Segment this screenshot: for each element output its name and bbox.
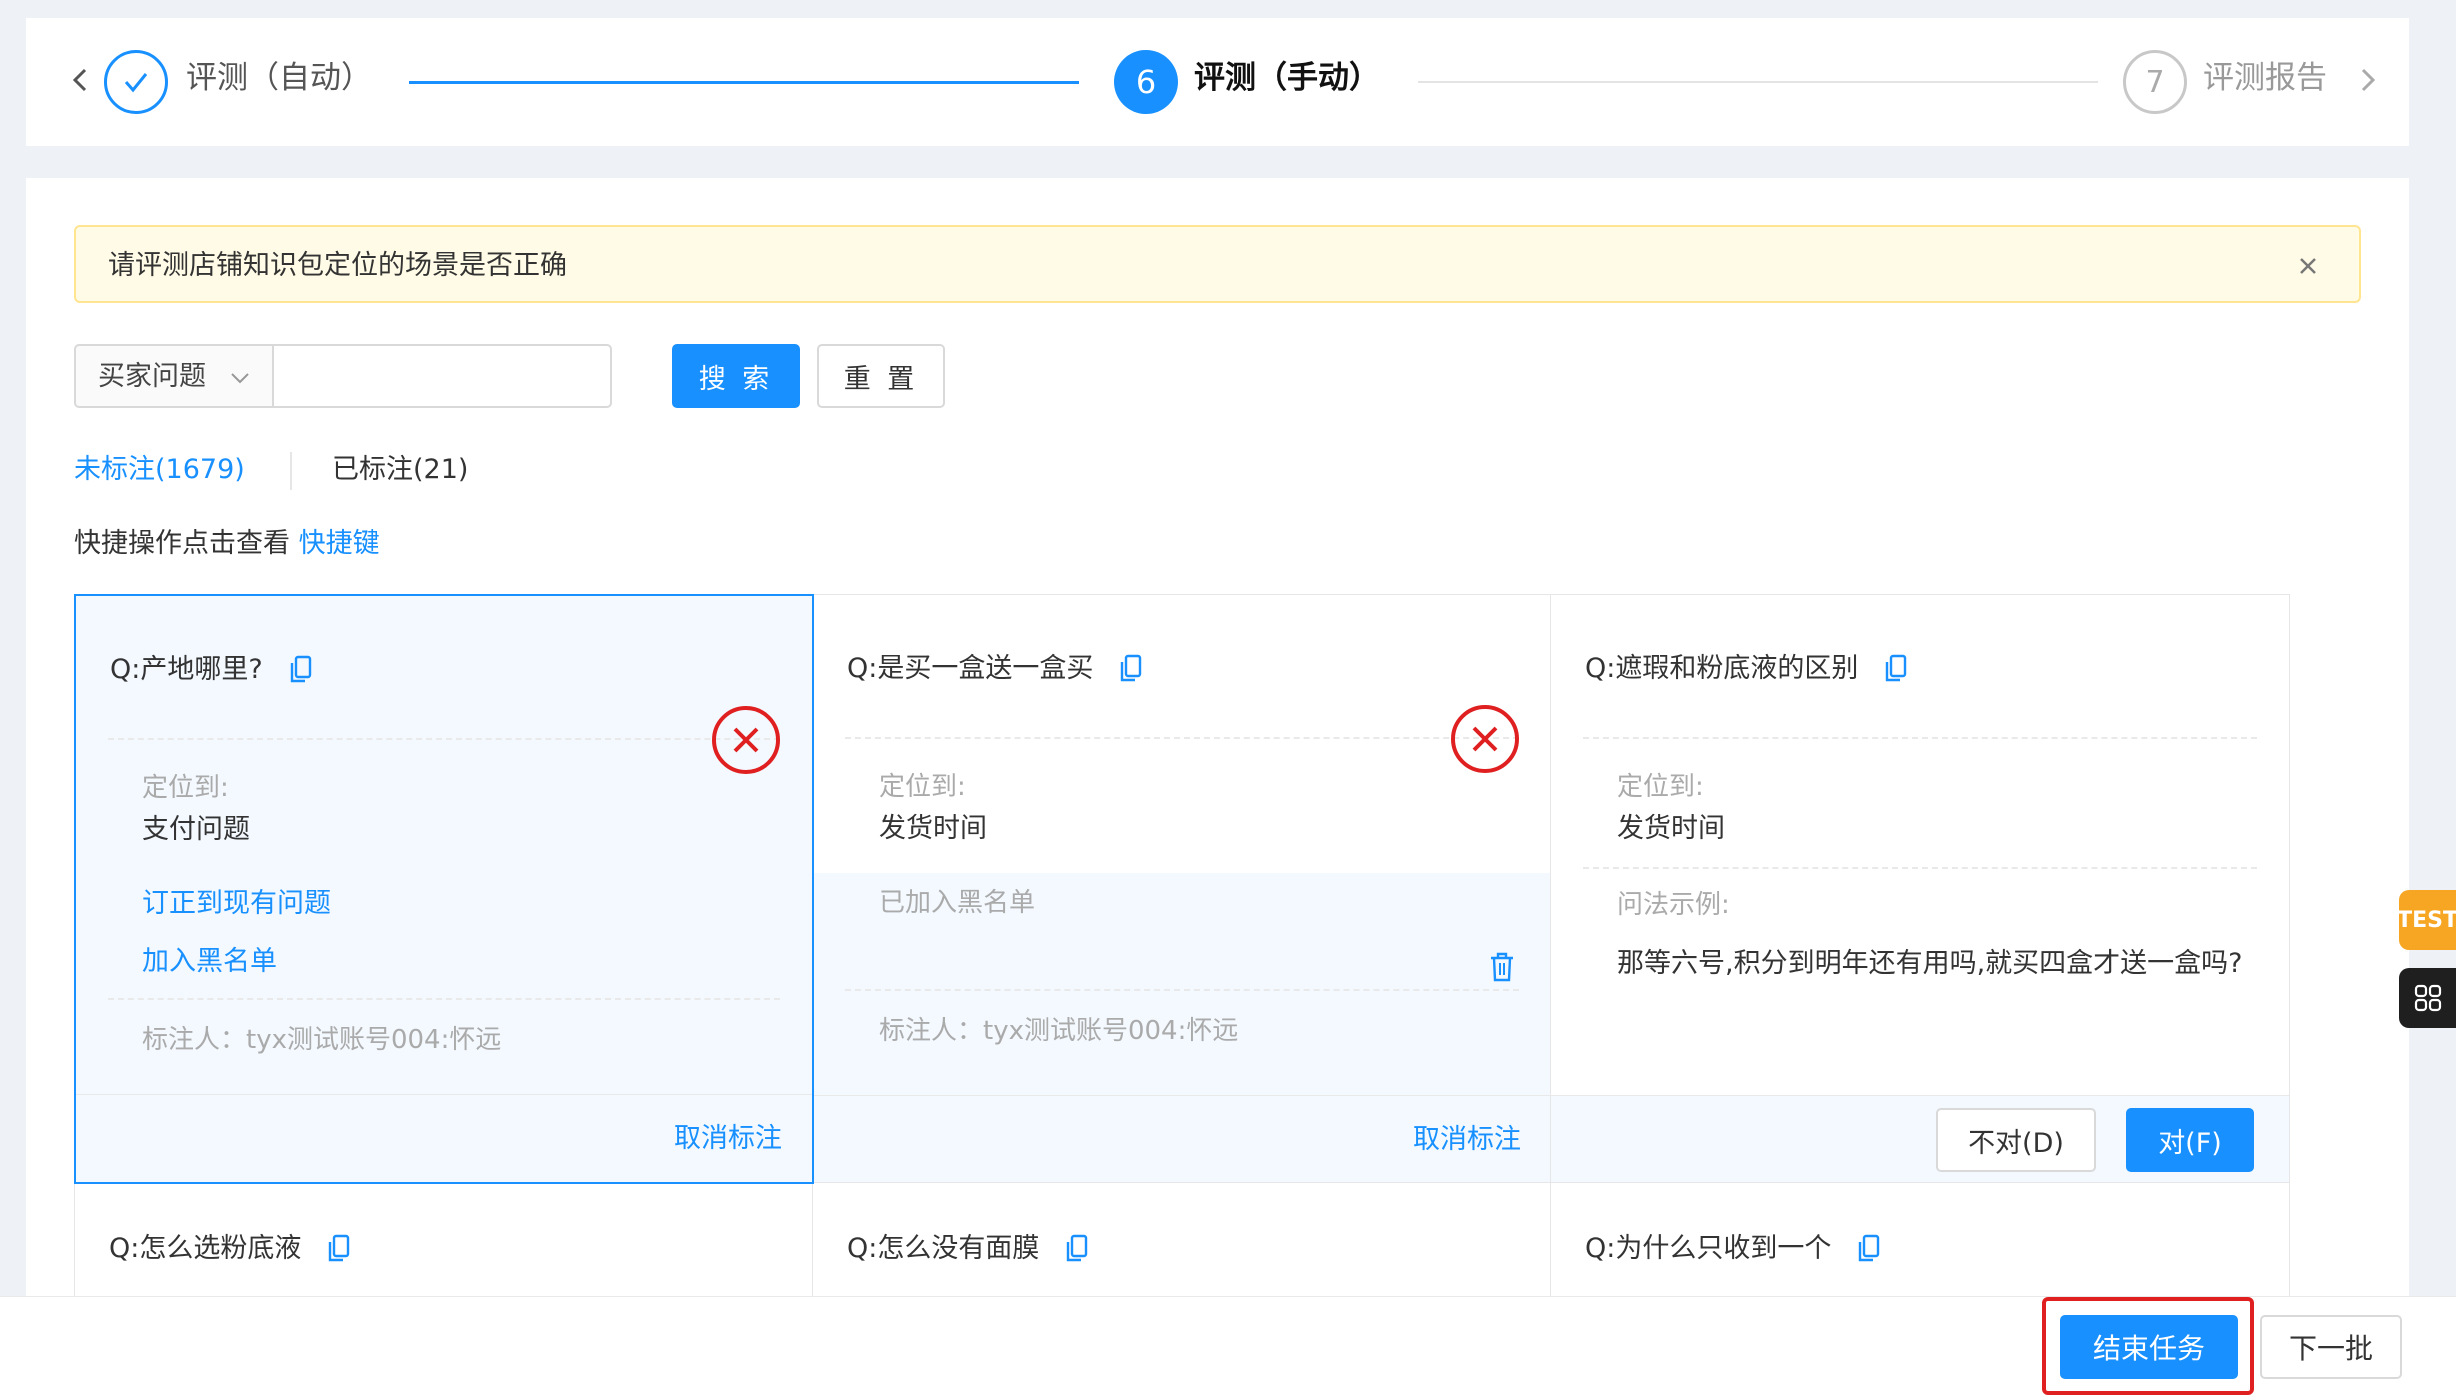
- card-footer: 不对(D) 对(F): [1551, 1095, 2289, 1183]
- test-badge[interactable]: TEST: [2397, 890, 2456, 950]
- wrong-circle-icon: [712, 706, 780, 774]
- copy-icon[interactable]: [1063, 1233, 1091, 1265]
- marker-info: 标注人：tyx测试账号004:怀远: [879, 1016, 1239, 1046]
- bottom-action-bar: 结束任务 下一批: [0, 1296, 2456, 1398]
- divider: [1583, 737, 2257, 739]
- question-row: Q:怎么选粉底液: [109, 1229, 353, 1269]
- question-card[interactable]: Q:遮瑕和粉底液的区别 定位到: 发货时间 问法示例: 那等六号,积分到明年还有…: [1550, 594, 2290, 1184]
- copy-icon[interactable]: [1882, 653, 1910, 685]
- question-text: Q:产地哪里?: [110, 654, 263, 685]
- example-text: 那等六号,积分到明年还有用吗,就买四盒才送一盒吗?: [1617, 948, 2243, 979]
- shortcut-hint-text: 快捷操作点击查看: [74, 528, 290, 559]
- step-report-label: 评测报告: [2203, 60, 2327, 96]
- tab-divider: [290, 452, 292, 490]
- field-select[interactable]: 买家问题: [74, 344, 274, 408]
- example-label: 问法示例:: [1617, 890, 1730, 920]
- blacklisted-label: 已加入黑名单: [879, 888, 1036, 918]
- marker-info: 标注人：tyx测试账号004:怀远: [142, 1025, 502, 1055]
- step-connector-done: [409, 81, 1079, 84]
- question-row: Q:是买一盒送一盒买: [847, 649, 1145, 689]
- question-row: Q:为什么只收到一个: [1585, 1229, 1883, 1269]
- cancel-mark-link[interactable]: 取消标注: [674, 1119, 782, 1159]
- add-blacklist-link[interactable]: 加入黑名单: [142, 942, 277, 982]
- divider: [845, 989, 1519, 991]
- question-row: Q:产地哪里?: [110, 650, 315, 690]
- cancel-mark-link[interactable]: 取消标注: [1413, 1120, 1521, 1160]
- question-text: Q:怎么选粉底液: [109, 1233, 302, 1264]
- search-input[interactable]: [272, 344, 612, 408]
- question-card[interactable]: Q:产地哪里? 定位到: 支付问题 订正到现有问题 加入黑名单 标注人：tyx测…: [74, 594, 814, 1184]
- step-bar: 评测（自动） 6 评测（手动） 7 评测报告: [26, 18, 2409, 146]
- copy-icon[interactable]: [1855, 1233, 1883, 1265]
- question-card[interactable]: Q:怎么没有面膜: [812, 1182, 1552, 1302]
- divider: [1583, 867, 2257, 869]
- copy-icon[interactable]: [325, 1233, 353, 1265]
- question-text: Q:遮瑕和粉底液的区别: [1585, 653, 1859, 684]
- search-button[interactable]: 搜 索: [672, 344, 800, 408]
- shortcut-hint: 快捷操作点击查看 快捷键: [74, 524, 380, 564]
- copy-icon[interactable]: [1117, 653, 1145, 685]
- divider: [845, 737, 1519, 739]
- correct-to-existing-link[interactable]: 订正到现有问题: [142, 884, 331, 924]
- question-card[interactable]: Q:怎么选粉底液: [74, 1182, 814, 1302]
- step-manual-eval-label: 评测（手动）: [1194, 60, 1380, 96]
- step-auto-eval-label: 评测（自动）: [186, 60, 372, 96]
- trash-icon[interactable]: [1487, 951, 1517, 983]
- divider: [108, 738, 780, 740]
- question-text: Q:怎么没有面膜: [847, 1233, 1040, 1264]
- end-task-button[interactable]: 结束任务: [2060, 1315, 2238, 1379]
- copy-icon[interactable]: [287, 654, 315, 686]
- chevron-down-icon: [231, 373, 249, 384]
- step-pending-node: 7: [2123, 50, 2187, 114]
- question-row: Q:遮瑕和粉底液的区别: [1585, 649, 1910, 689]
- tab-unmarked[interactable]: 未标注(1679): [74, 450, 245, 490]
- field-select-value: 买家问题: [98, 361, 206, 392]
- main-panel: 请评测店铺知识包定位的场景是否正确 买家问题 搜 索 重 置 未标注(1679)…: [26, 178, 2409, 1398]
- back-icon[interactable]: [60, 60, 100, 100]
- located-value: 支付问题: [142, 814, 250, 845]
- notice-banner: 请评测店铺知识包定位的场景是否正确: [74, 225, 2361, 303]
- next-batch-button[interactable]: 下一批: [2260, 1315, 2402, 1379]
- notice-text: 请评测店铺知识包定位的场景是否正确: [108, 250, 567, 281]
- right-button[interactable]: 对(F): [2126, 1108, 2254, 1172]
- reset-button[interactable]: 重 置: [817, 344, 945, 408]
- question-text: Q:为什么只收到一个: [1585, 1233, 1832, 1264]
- step-active-node: 6: [1114, 50, 1178, 114]
- located-label: 定位到:: [1617, 772, 1704, 802]
- tab-marked[interactable]: 已标注(21): [332, 450, 468, 490]
- close-icon[interactable]: [2291, 249, 2325, 283]
- located-value: 发货时间: [1617, 813, 1725, 844]
- step-connector-pending: [1418, 81, 2098, 83]
- wrong-button[interactable]: 不对(D): [1936, 1108, 2096, 1172]
- question-text: Q:是买一盒送一盒买: [847, 653, 1094, 684]
- located-label: 定位到:: [879, 772, 966, 802]
- question-card[interactable]: Q:为什么只收到一个: [1550, 1182, 2290, 1302]
- grid-icon[interactable]: [2399, 968, 2456, 1028]
- divider: [108, 998, 780, 1000]
- shortcut-link[interactable]: 快捷键: [299, 528, 380, 559]
- step-done-node: [104, 50, 168, 114]
- wrong-circle-icon: [1451, 705, 1519, 773]
- located-value: 发货时间: [879, 813, 987, 844]
- forward-icon[interactable]: [2348, 60, 2388, 100]
- question-row: Q:怎么没有面膜: [847, 1229, 1091, 1269]
- located-label: 定位到:: [142, 773, 229, 803]
- card-footer: 取消标注: [813, 1095, 1551, 1183]
- question-card[interactable]: Q:是买一盒送一盒买 定位到: 发货时间 已加入黑名单 标注人：tyx测试账号0…: [812, 594, 1552, 1184]
- check-icon: [124, 73, 148, 93]
- card-footer: 取消标注: [76, 1094, 812, 1182]
